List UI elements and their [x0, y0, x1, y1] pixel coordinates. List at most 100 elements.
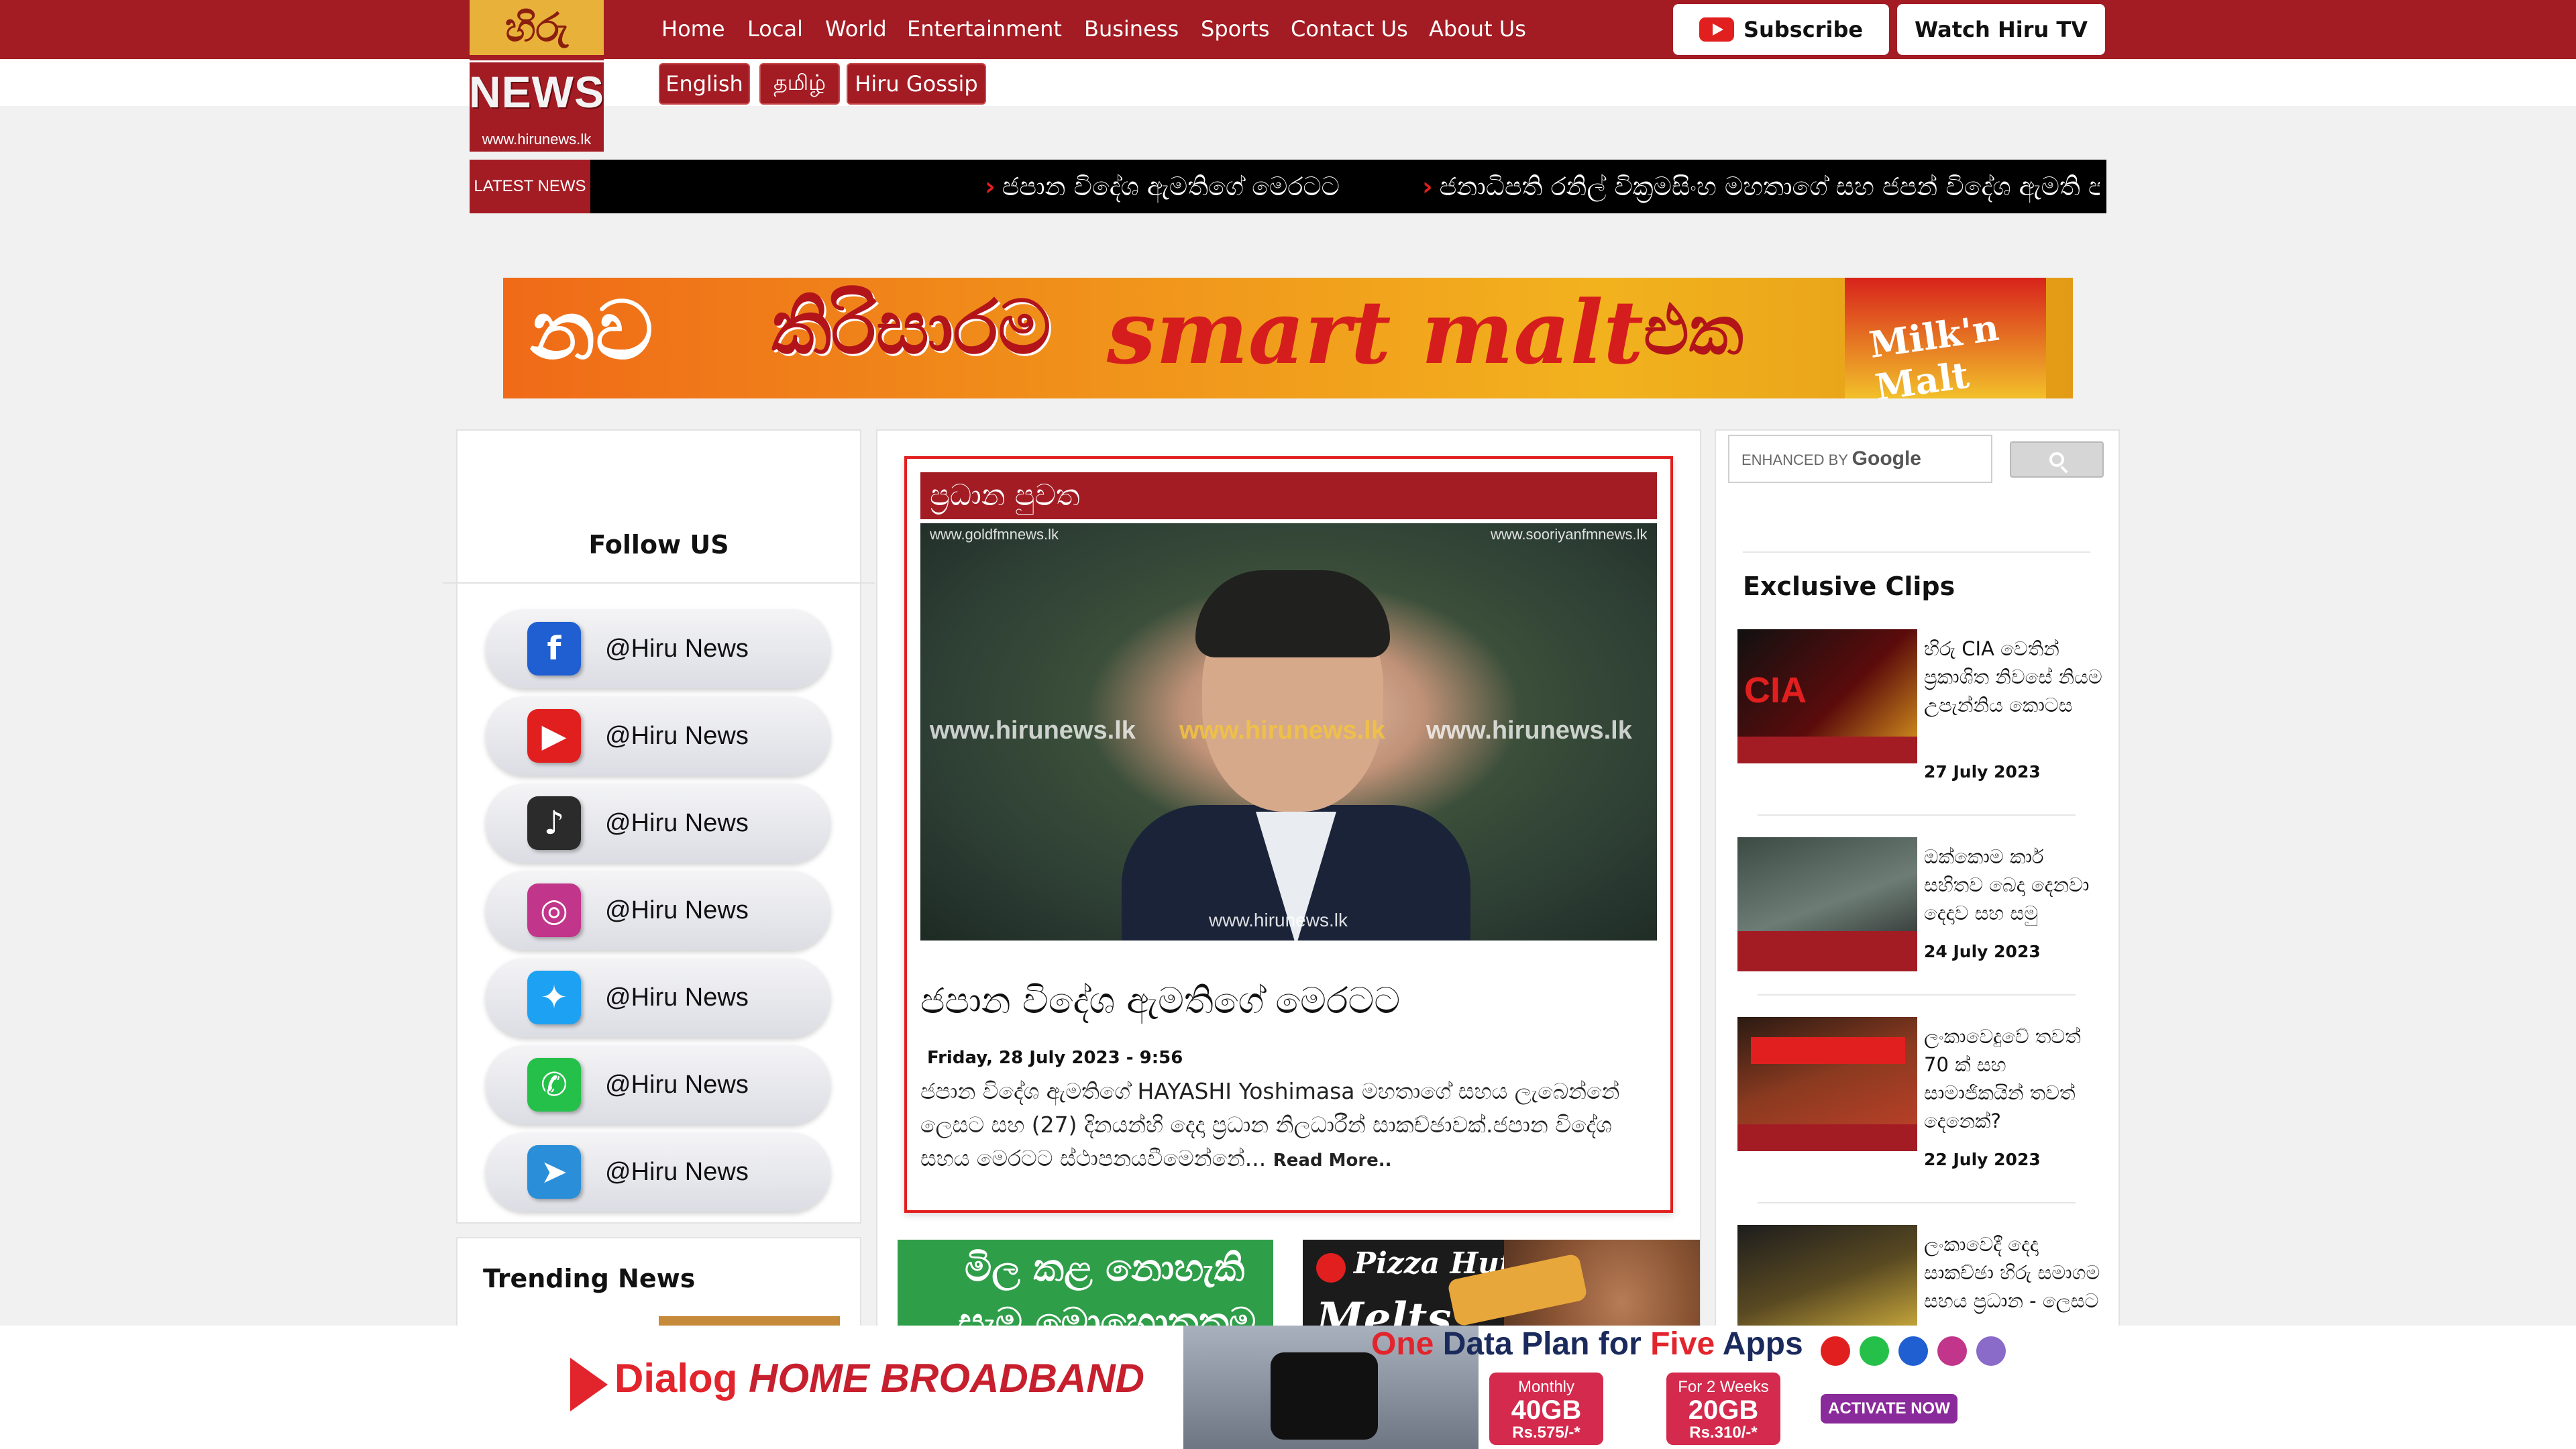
chevron-right-icon: › — [1422, 172, 1433, 201]
thumb-caption-bar — [1737, 931, 1917, 971]
watch-hiru-tv-button[interactable]: Watch Hiru TV — [1897, 4, 2105, 55]
language-bar — [0, 59, 2576, 106]
ticker-item[interactable]: › ජපාන විදේශ ඇමතිගේ මෙරටට — [985, 169, 1340, 204]
story-headline[interactable]: ජපාන විදේශ ඇමතිගේ මෙරටට — [920, 979, 1657, 1022]
whatsapp-icon — [1860, 1336, 1889, 1366]
facebook-icon: f — [527, 622, 581, 676]
clip-title[interactable]: හිරු CIA වෙතින් ප්‍රකාශිත නිවසේ නියම උපැ… — [1924, 635, 2105, 719]
instagram-icon: ◎ — [527, 883, 581, 937]
social-whatsapp-button[interactable]: ✆ @Hiru News — [486, 1045, 830, 1124]
clip-thumbnail[interactable]: CIA — [1737, 629, 1917, 763]
social-youtube-button[interactable]: ▶ @Hiru News — [486, 696, 830, 775]
search-placeholder: ENHANCED BY — [1741, 451, 1848, 468]
top-nav-bar — [0, 0, 2576, 59]
nav-home[interactable]: Home — [661, 12, 725, 46]
social-twitter-button[interactable]: ✦ @Hiru News — [486, 958, 830, 1037]
plan-two-weeks: For 2 Weeks 20GB Rs.310/-* — [1666, 1373, 1780, 1445]
section-title: ප්‍රධාන පුවත — [920, 472, 1657, 519]
divider — [1758, 814, 2076, 816]
youtube-icon — [1821, 1336, 1850, 1366]
chevron-right-icon: › — [985, 172, 996, 201]
plan-period: Monthly — [1517, 1378, 1575, 1396]
dialog-brand-text: Dialog HOME BROADBAND — [614, 1355, 1144, 1401]
image-hair — [1195, 570, 1390, 657]
lang-english-button[interactable]: English — [659, 63, 750, 105]
social-label: @Hiru News — [605, 896, 749, 924]
subscribe-label: Subscribe — [1743, 17, 1864, 42]
nav-contact-us[interactable]: Contact Us — [1291, 12, 1408, 46]
dialog-offer-panel[interactable]: One Data Plan for Five Apps Monthly 40GB… — [1183, 1326, 2113, 1449]
social-label: @Hiru News — [605, 1157, 749, 1186]
viber-icon — [1976, 1336, 2006, 1366]
clip-thumbnail[interactable] — [1737, 837, 1917, 971]
divider — [1758, 994, 2076, 996]
nav-sports[interactable]: Sports — [1201, 12, 1270, 46]
dialog-logo-icon — [570, 1358, 608, 1411]
telegram-icon: ➤ — [527, 1145, 581, 1199]
logo-main-text: NEWS — [470, 60, 604, 121]
clip-date: 24 July 2023 — [1924, 942, 2041, 961]
milk-malt-pack: Milk'n Malt — [1845, 278, 2046, 398]
divider — [1743, 551, 2090, 553]
clip-thumbnail[interactable] — [1737, 1225, 1917, 1326]
plan-price: Rs.575/-* — [1512, 1424, 1580, 1442]
headline-part: Five — [1650, 1326, 1715, 1362]
logo-url-text: www.hirunews.lk — [482, 131, 592, 148]
watermark: www.hirunews.lk — [930, 716, 1136, 745]
social-instagram-button[interactable]: ◎ @Hiru News — [486, 871, 830, 950]
tiktok-icon: ♪ — [527, 796, 581, 850]
google-brand: Google — [1851, 447, 1921, 470]
clip-date: 22 July 2023 — [1924, 1150, 2041, 1169]
ad-text: මිල කළ නොහැකි — [965, 1246, 1245, 1290]
nav-world[interactable]: World — [825, 12, 887, 46]
story-excerpt: ජපාන විදේශ ඇමතිගේ HAYASHI Yoshimasa මහතා… — [920, 1075, 1657, 1177]
dialog-brand: Dialog — [614, 1356, 738, 1401]
nav-business[interactable]: Business — [1084, 12, 1179, 46]
instagram-icon — [1937, 1336, 1967, 1366]
lang-tamil-button[interactable]: தமிழ் — [759, 63, 840, 105]
activate-now-button[interactable]: ACTIVATE NOW — [1821, 1394, 1957, 1424]
nav-local[interactable]: Local — [747, 12, 803, 46]
social-tiktok-button[interactable]: ♪ @Hiru News — [486, 784, 830, 863]
dialog-product: HOME BROADBAND — [749, 1356, 1144, 1401]
ticker-item[interactable]: › ජනාධිපති රනිල් වික්‍රමසිංහ මහතාගේ සහ ජප… — [1422, 169, 2100, 204]
hiru-news-logo[interactable]: හිරු NEWS www.hirunews.lk — [470, 0, 604, 152]
divider — [1758, 1202, 2076, 1203]
hiru-gossip-button[interactable]: Hiru Gossip — [847, 63, 986, 105]
search-icon — [2049, 452, 2064, 467]
ticker-item-text: ජනාධිපති රනිල් වික්‍රමසිංහ මහතාගේ සහ ජපන… — [1439, 172, 2100, 201]
watermark: www.goldfmnews.lk — [930, 526, 1059, 543]
social-facebook-button[interactable]: f @Hiru News — [486, 609, 830, 688]
thumb-caption-bar — [1751, 1037, 1905, 1064]
watermark: www.sooriyanfmnews.lk — [1491, 526, 1648, 543]
nav-entertainment[interactable]: Entertainment — [907, 12, 1062, 46]
clip-thumbnail[interactable] — [1737, 1017, 1917, 1151]
read-more-link[interactable]: Read More.. — [1273, 1150, 1392, 1171]
featured-story-image[interactable]: www.goldfmnews.lk www.sooriyanfmnews.lk … — [920, 523, 1657, 941]
nav-about-us[interactable]: About Us — [1429, 12, 1526, 46]
banner-text-1: නව — [530, 284, 653, 378]
smart-malt-banner-ad[interactable]: නව කිරිසාරම smart malt එක Milk'n Malt — [503, 278, 2073, 398]
plan-size: 20GB — [1688, 1395, 1759, 1425]
clip-title[interactable]: ලංකාවෙදුවේ තවත් 70 ක් සහ සාමාජිකයින් තවත… — [1924, 1022, 2105, 1135]
social-label: @Hiru News — [605, 721, 749, 750]
twitter-icon: ✦ — [527, 971, 581, 1024]
clip-title[interactable]: ඔක්කොම කාර් සහිතව බෙදා දෙනවා දෙදාව සහ සම… — [1924, 843, 2105, 927]
pizza-hut-logo-icon — [1316, 1253, 1346, 1283]
google-search-input[interactable]: ENHANCED BY Google — [1728, 435, 1992, 483]
banner-text-4: එක — [1644, 291, 1743, 370]
ticker-item-text: ජපාන විදේශ ඇමතිගේ මෙරටට — [1002, 172, 1340, 201]
plan-period: For 2 Weeks — [1678, 1378, 1769, 1396]
thumb-caption-bar — [1737, 1124, 1917, 1151]
banner-text-2: කිරිසාරම — [771, 284, 1051, 370]
social-telegram-button[interactable]: ➤ @Hiru News — [486, 1132, 830, 1212]
follow-us-title: Follow US — [588, 530, 729, 559]
clip-title[interactable]: ලංකාවෙදී දෙදා සාකච්ඡා හිරු සමාගම සහය ප්‍… — [1924, 1230, 2105, 1324]
offer-headline: One Data Plan for Five Apps — [1371, 1326, 1803, 1362]
plan-size: 40GB — [1511, 1395, 1582, 1425]
watermark: www.hirunews.lk — [1179, 716, 1385, 745]
search-button[interactable] — [2010, 441, 2104, 478]
trending-news-title: Trending News — [483, 1264, 696, 1293]
subscribe-button[interactable]: Subscribe — [1673, 4, 1889, 55]
latest-news-label: LATEST NEWS — [470, 160, 590, 213]
